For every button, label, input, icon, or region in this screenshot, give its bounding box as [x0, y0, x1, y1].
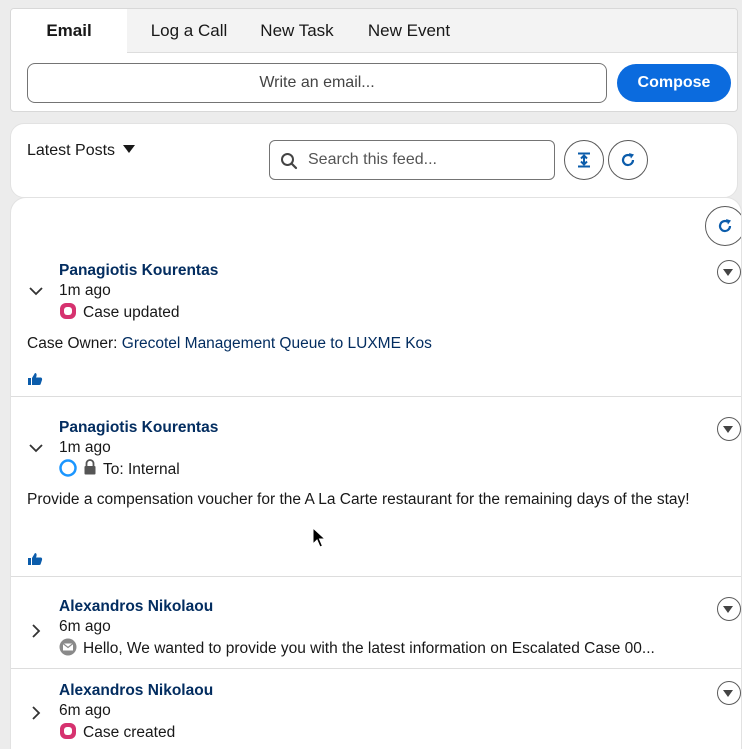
publisher-card: Email Log a Call New Task New Event Writ… [10, 8, 738, 112]
post-time[interactable]: 1m ago [59, 282, 111, 300]
sort-label: Latest Posts [27, 142, 116, 159]
search-input[interactable] [308, 147, 544, 173]
caret-down-icon [123, 145, 136, 153]
email-icon [59, 638, 77, 656]
chevron-right-icon[interactable] [27, 622, 45, 640]
search-icon [281, 153, 298, 170]
post-author[interactable]: Alexandros Nikolaou [59, 682, 213, 700]
post-author[interactable]: Alexandros Nikolaou [59, 598, 213, 616]
chevron-down-icon[interactable] [27, 439, 45, 457]
post-actions-menu-button[interactable] [717, 681, 741, 705]
lock-icon [84, 459, 96, 475]
chevron-right-icon[interactable] [27, 704, 45, 722]
compose-button[interactable]: Compose [617, 64, 731, 102]
expand-collapse-icon [578, 152, 590, 168]
chevron-down-icon[interactable] [27, 282, 45, 300]
case-created-icon [60, 723, 76, 739]
post-meta-text: To: Internal [103, 461, 180, 478]
collapse-all-button[interactable] [564, 140, 604, 180]
feed-refresh-button[interactable] [705, 206, 741, 246]
feed-item: Panagiotis Kourentas 1m ago Case updated… [11, 252, 741, 397]
feed-list: Panagiotis Kourentas 1m ago Case updated… [10, 197, 742, 749]
post-time[interactable]: 1m ago [59, 439, 111, 457]
post-actions-menu-button[interactable] [717, 260, 741, 284]
feed-search[interactable] [269, 140, 555, 180]
post-meta: Case updated [59, 302, 180, 322]
post-time[interactable]: 6m ago [59, 618, 111, 636]
post-body: Provide a compensation voucher for the A… [27, 491, 690, 508]
post-meta-text: Hello, We wanted to provide you with the… [83, 640, 655, 657]
feed-item: Alexandros Nikolaou 6m ago Hello, We wan… [11, 577, 741, 669]
publisher-tabbar: Email Log a Call New Task New Event [11, 9, 737, 54]
post-meta: Hello, We wanted to provide you with the… [59, 638, 655, 658]
feed-toolbar: Latest Posts [10, 123, 738, 198]
write-email-input[interactable]: Write an email... [27, 63, 607, 103]
post-actions-menu-button[interactable] [717, 417, 741, 441]
tab-new-task[interactable]: New Task [249, 9, 345, 53]
feed-item: Panagiotis Kourentas 1m ago To: Internal… [11, 397, 741, 577]
post-time[interactable]: 6m ago [59, 702, 111, 720]
post-body: Case Owner: Grecotel Management Queue to… [27, 333, 727, 354]
tab-new-event[interactable]: New Event [357, 9, 461, 53]
post-body-link[interactable]: Grecotel Management Queue to LUXME Kos [122, 335, 432, 352]
post-meta-text: Case created [83, 724, 176, 741]
feed-item: Alexandros Nikolaou 6m ago Case created [11, 669, 741, 749]
refresh-icon [621, 153, 635, 167]
like-icon[interactable] [27, 372, 43, 386]
post-actions-menu-button[interactable] [717, 597, 741, 621]
post-meta-text: Case updated [83, 304, 180, 321]
sort-dropdown[interactable]: Latest Posts [27, 142, 136, 160]
tab-log-a-call[interactable]: Log a Call [133, 9, 245, 53]
post-meta: Case created [59, 722, 175, 742]
post-body-label: Case Owner: [27, 335, 122, 352]
tab-email[interactable]: Email [11, 9, 127, 54]
mouse-cursor-icon [312, 527, 326, 548]
like-icon[interactable] [27, 552, 43, 566]
post-author[interactable]: Panagiotis Kourentas [59, 262, 218, 280]
refresh-icon [718, 219, 732, 233]
post-author[interactable]: Panagiotis Kourentas [59, 419, 218, 437]
post-meta: To: Internal [59, 459, 180, 479]
internal-post-icon [59, 459, 77, 477]
case-updated-icon [60, 303, 76, 319]
refresh-feed-button[interactable] [608, 140, 648, 180]
